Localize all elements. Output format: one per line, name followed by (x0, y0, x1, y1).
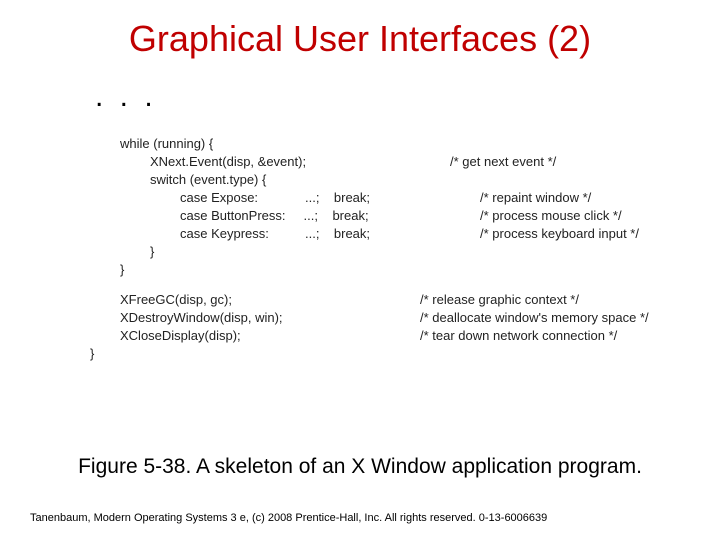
footnote: Tanenbaum, Modern Operating Systems 3 e,… (30, 512, 547, 524)
figure-caption: Figure 5-38. A skeleton of an X Window a… (0, 455, 720, 479)
code-line: case Keypress: ...; break; (90, 225, 480, 243)
code-line: case Expose: ...; break; (90, 189, 480, 207)
slide: Graphical User Interfaces (2) . . . whil… (0, 0, 720, 540)
code-line: XFreeGC(disp, gc); (90, 291, 420, 309)
code-comment: /* repaint window */ (480, 189, 591, 207)
code-line: while (running) { (90, 135, 420, 153)
code-line: XNext.Event(disp, &event); (90, 153, 450, 171)
code-comment: /* process keyboard input */ (480, 225, 639, 243)
code-comment: /* get next event */ (450, 153, 556, 171)
code-line: case ButtonPress: ...; break; (90, 207, 480, 225)
code-line: switch (event.type) { (90, 171, 450, 189)
code-comment: /* release graphic context */ (420, 291, 579, 309)
code-line: } (90, 345, 390, 363)
code-line: XCloseDisplay(disp); (90, 327, 420, 345)
code-block: while (running) { XNext.Event(disp, &eve… (90, 135, 650, 363)
code-comment: /* process mouse click */ (480, 207, 622, 225)
ellipsis: . . . (95, 80, 157, 114)
code-comment: /* tear down network connection */ (420, 327, 617, 345)
code-line: } (90, 243, 450, 261)
code-line: XDestroyWindow(disp, win); (90, 309, 420, 327)
code-line: } (90, 261, 420, 279)
code-comment: /* deallocate window's memory space */ (420, 309, 649, 327)
slide-title: Graphical User Interfaces (2) (0, 18, 720, 60)
